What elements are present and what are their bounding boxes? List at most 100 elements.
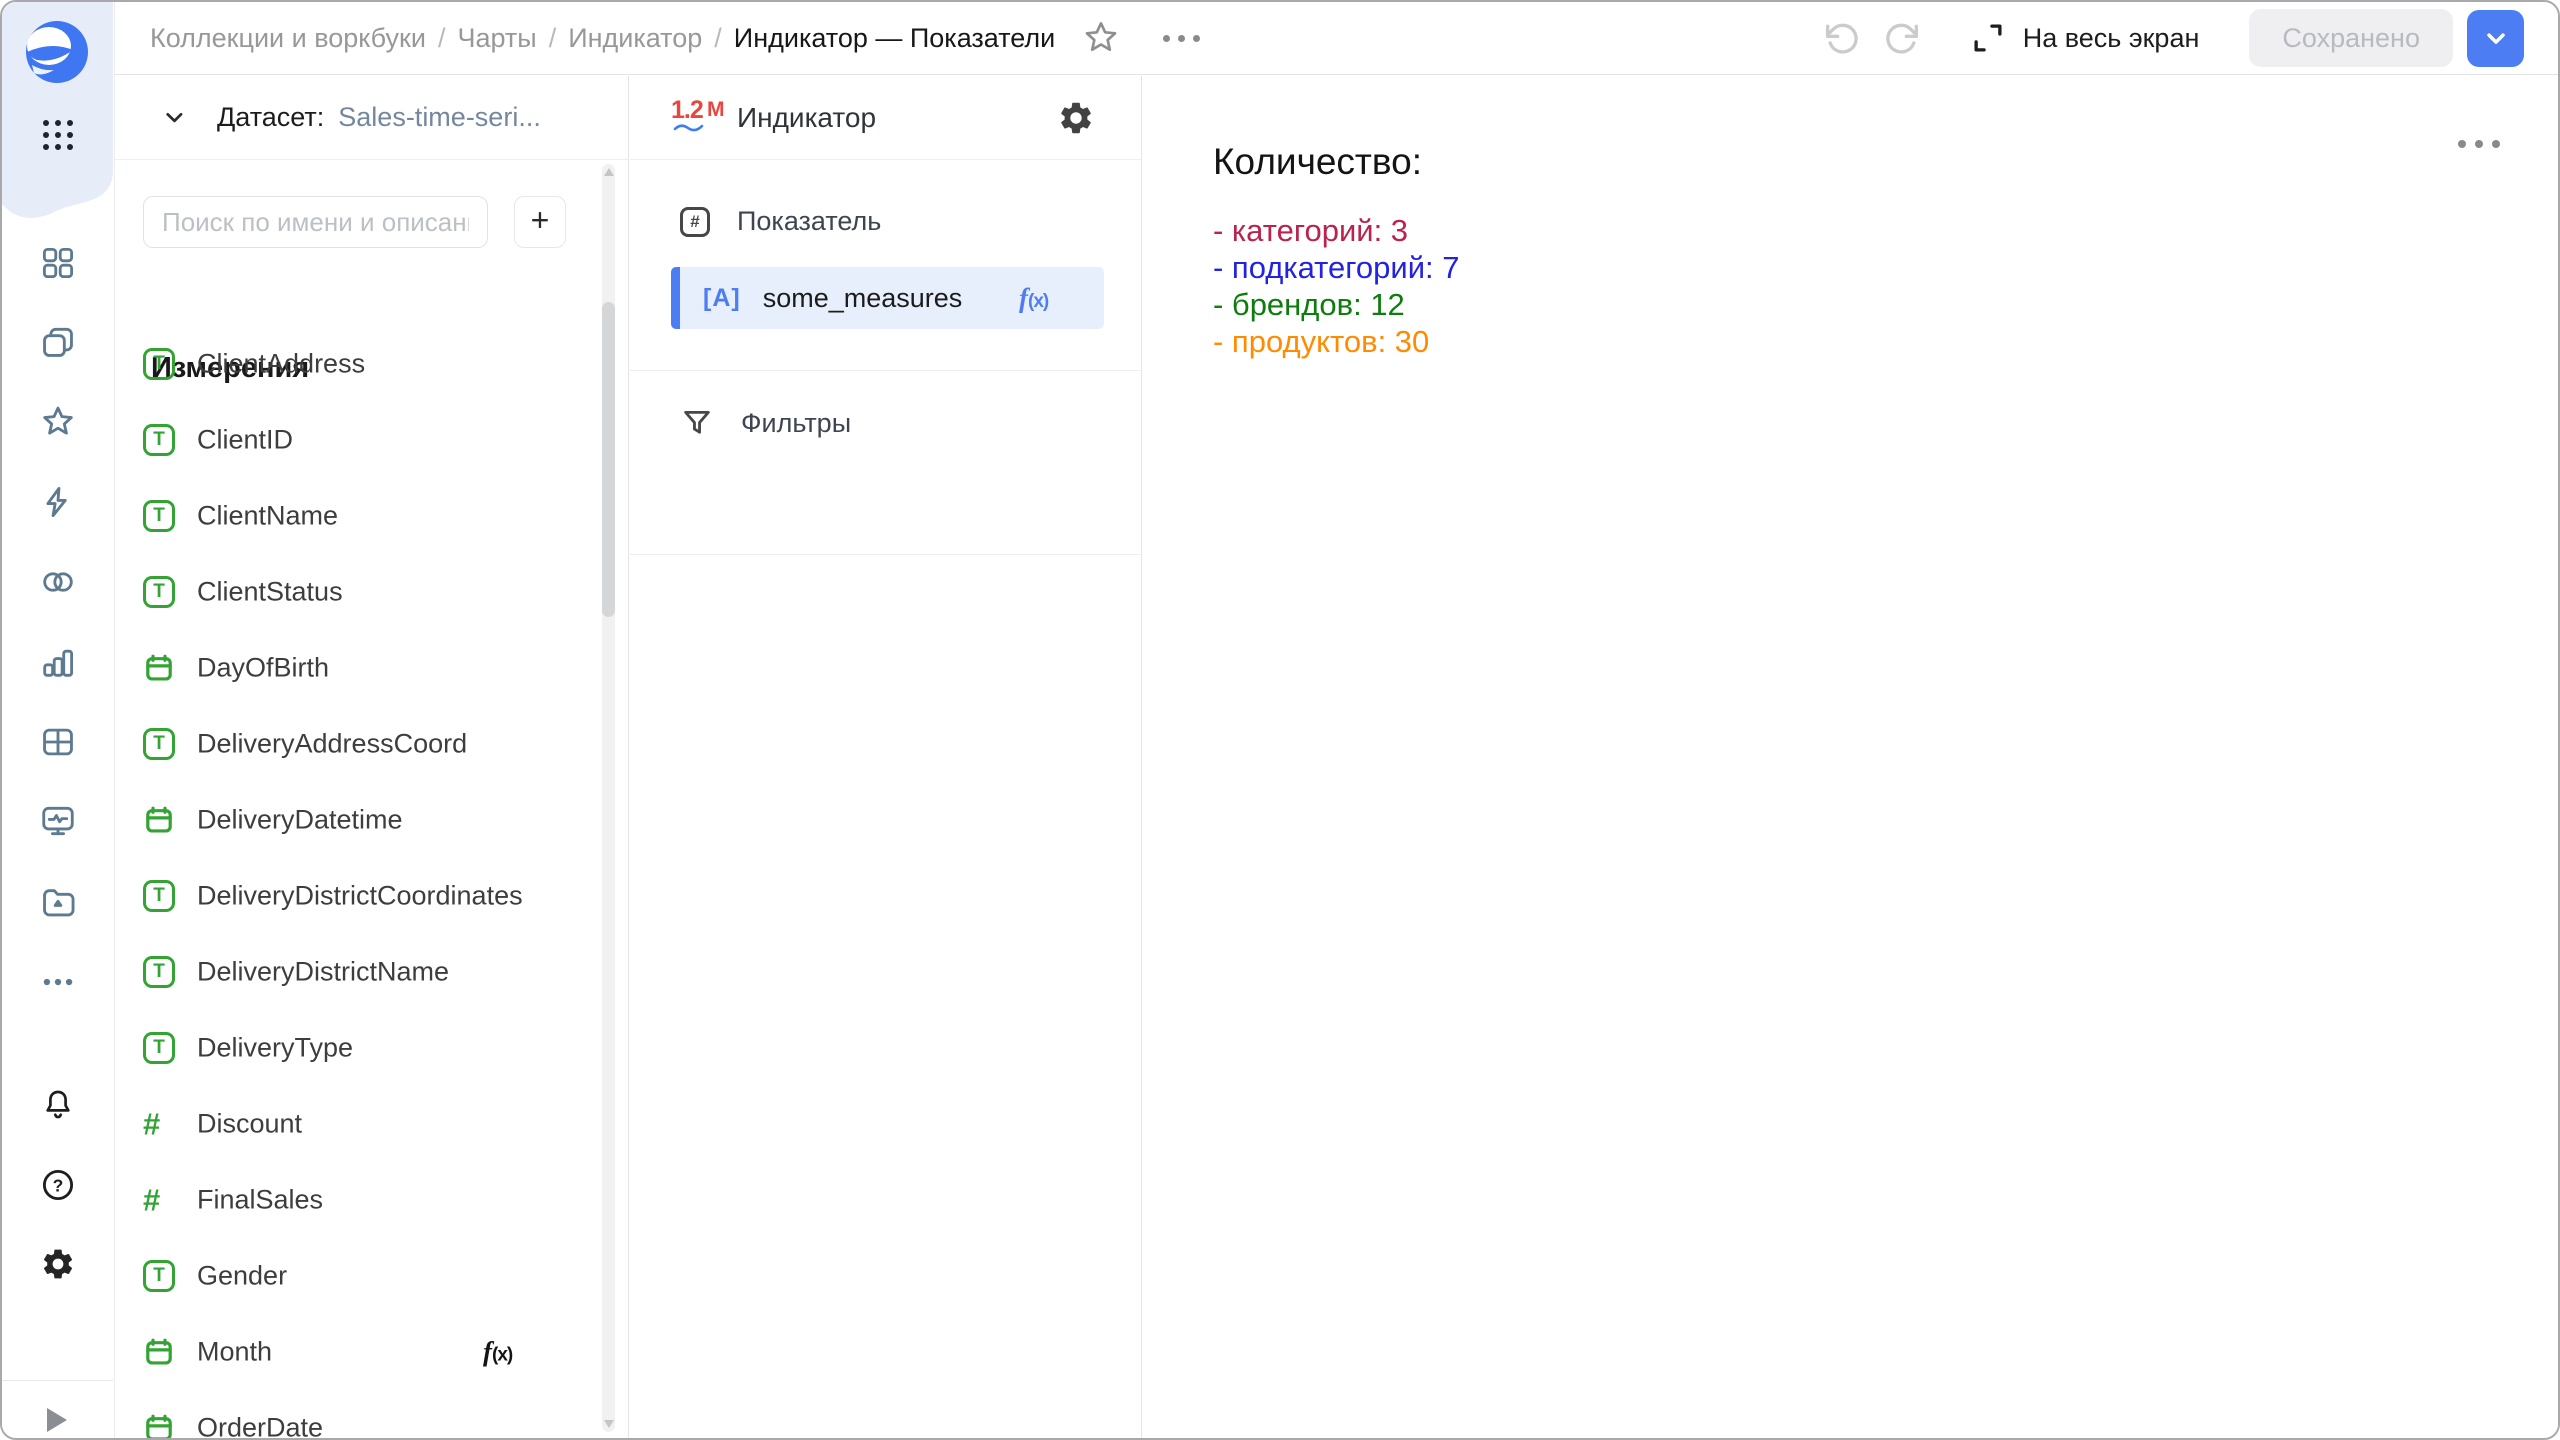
dataset-name-link[interactable]: Sales-time-seri... — [338, 102, 541, 133]
field-name: DeliveryType — [197, 1033, 353, 1064]
redo-icon — [1883, 18, 1923, 58]
scroll-down-arrow[interactable] — [604, 1420, 614, 1428]
dataset-field-row[interactable]: T # DayOfBirth f(x) — [115, 630, 628, 706]
dot — [2458, 140, 2466, 148]
redo-button[interactable] — [1883, 18, 1923, 58]
dataset-field-row[interactable]: T # FinalSales f(x) — [115, 1162, 628, 1238]
dot — [1178, 35, 1185, 42]
header: Коллекции и воркбуки / Чарты / Индикатор… — [115, 2, 2558, 75]
dataset-selector[interactable]: Датасет: Sales-time-seri... — [115, 76, 628, 160]
dataset-label: Датасет: — [217, 102, 324, 133]
datalens-logo[interactable] — [25, 20, 89, 84]
sidebar-item-workbooks[interactable] — [39, 323, 77, 361]
dataset-field-row[interactable]: T # ClientStatus f(x) — [115, 554, 628, 630]
save-dropdown-button[interactable] — [2467, 10, 2524, 67]
header-more-button[interactable] — [1163, 35, 1200, 42]
section-divider — [630, 554, 1141, 555]
dot — [1163, 35, 1170, 42]
save-button[interactable]: Сохранено — [2249, 9, 2453, 67]
breadcrumb-link[interactable]: Коллекции и воркбуки — [150, 23, 426, 54]
breadcrumb-link[interactable]: Чарты — [457, 23, 536, 54]
dot — [2475, 140, 2483, 148]
bell-icon — [39, 1086, 77, 1124]
gear-icon — [40, 1246, 76, 1282]
notifications-button[interactable] — [39, 1086, 77, 1124]
fields-scrollbar[interactable] — [602, 164, 615, 1432]
field-name: ClientAddress — [197, 349, 365, 380]
chart-more-button[interactable] — [2458, 140, 2500, 148]
help-button[interactable]: ? — [39, 1166, 77, 1204]
bar-chart-icon — [39, 643, 77, 681]
dataset-field-row[interactable]: T # ClientID f(x) — [115, 402, 628, 478]
text-type-icon: T — [143, 956, 175, 988]
badge-value: 1.2 — [671, 96, 703, 125]
sidebar-item-charts[interactable] — [39, 643, 77, 681]
array-type-icon: [A] — [703, 284, 741, 313]
number-type-icon: # — [143, 1185, 160, 1216]
dataset-field-row[interactable]: T # DeliveryDatetime f(x) — [115, 782, 628, 858]
undo-button[interactable] — [1821, 18, 1861, 58]
chart-settings-button[interactable] — [1057, 99, 1095, 137]
dot — [1193, 35, 1200, 42]
indicator-content: Количество: - категорий: 3 - подкатегори… — [1143, 76, 2558, 360]
sidebar-item-favorites[interactable] — [39, 403, 77, 441]
text-type-icon: T — [143, 1260, 175, 1292]
field-search-input[interactable] — [143, 196, 488, 248]
dataset-field-row[interactable]: T # Month f(x) — [115, 1314, 628, 1390]
dataset-field-row[interactable]: T # ClientAddress f(x) — [115, 326, 628, 402]
indicator-line: - брендов: 12 — [1213, 286, 2558, 323]
measure-field-pill[interactable]: [A] some_measures f(x) — [671, 267, 1104, 329]
dataset-panel: Датасет: Sales-time-seri... + Измерения … — [115, 76, 629, 1438]
favorite-star-button[interactable] — [1081, 18, 1121, 58]
app-window: ? Коллекции и воркбуки / Чарты / Индикат… — [0, 0, 2560, 1440]
add-field-button[interactable]: + — [514, 196, 566, 248]
dataset-field-row[interactable]: T # DeliveryDistrictName f(x) — [115, 934, 628, 1010]
text-type-icon: T — [143, 576, 175, 608]
grid-squares-icon — [39, 244, 77, 282]
fullscreen-button[interactable]: На весь экран — [1969, 19, 2200, 57]
wave-underline — [673, 122, 705, 134]
indicator-line: - подкатегорий: 7 — [1213, 249, 2558, 286]
field-name: ClientID — [197, 425, 293, 456]
measure-section-header: # Показатель — [680, 206, 881, 237]
sidebar: ? — [2, 2, 115, 1438]
field-name: DayOfBirth — [197, 653, 329, 684]
dataset-field-row[interactable]: T # OrderDate f(x) — [115, 1390, 628, 1438]
question-icon: ? — [39, 1166, 77, 1204]
field-name: OrderDate — [197, 1413, 323, 1439]
dataset-field-row[interactable]: T # DeliveryType f(x) — [115, 1010, 628, 1086]
dataset-field-row[interactable]: T # Discount f(x) — [115, 1086, 628, 1162]
field-name: Gender — [197, 1261, 287, 1292]
table-icon — [39, 723, 77, 761]
field-search-row: + — [143, 196, 566, 248]
breadcrumb-separator: / — [714, 23, 722, 54]
apps-grid-icon[interactable] — [40, 116, 76, 154]
dataset-field-row[interactable]: T # ClientName f(x) — [115, 478, 628, 554]
indicator-title: Количество: — [1213, 140, 2558, 184]
sidebar-item-more[interactable] — [39, 963, 77, 1001]
sidebar-item-dashboards[interactable] — [39, 802, 77, 840]
sidebar-item-connections[interactable] — [39, 483, 77, 521]
dataset-field-row[interactable]: T # Gender f(x) — [115, 1238, 628, 1314]
scrollbar-thumb[interactable] — [602, 302, 615, 617]
settings-button[interactable] — [39, 1245, 77, 1283]
breadcrumb-link[interactable]: Индикатор — [568, 23, 702, 54]
sidebar-item-grid[interactable] — [39, 244, 77, 282]
scroll-up-arrow[interactable] — [604, 168, 614, 176]
calendar-type-icon — [143, 804, 175, 836]
text-type-icon: T — [143, 500, 175, 532]
chart-config-panel: 1.2 M Индикатор # Показатель [A] some_me… — [630, 76, 1142, 1438]
formula-icon: f(x) — [1019, 283, 1048, 314]
collapse-sidebar-button[interactable] — [47, 1408, 67, 1432]
breadcrumb-separator: / — [438, 23, 446, 54]
calendar-type-icon — [143, 1412, 175, 1438]
dataset-field-row[interactable]: T # DeliveryDistrictCoordinates f(x) — [115, 858, 628, 934]
dataset-field-row[interactable]: T # DeliveryAddressCoord f(x) — [115, 706, 628, 782]
indicator-line: - категорий: 3 — [1213, 212, 2558, 249]
svg-text:?: ? — [53, 1175, 64, 1195]
sidebar-item-files[interactable] — [39, 882, 77, 920]
sidebar-item-tables[interactable] — [39, 723, 77, 761]
field-name: DeliveryDistrictName — [197, 957, 449, 988]
sidebar-item-datasets[interactable] — [39, 563, 77, 601]
text-type-icon: T — [143, 880, 175, 912]
